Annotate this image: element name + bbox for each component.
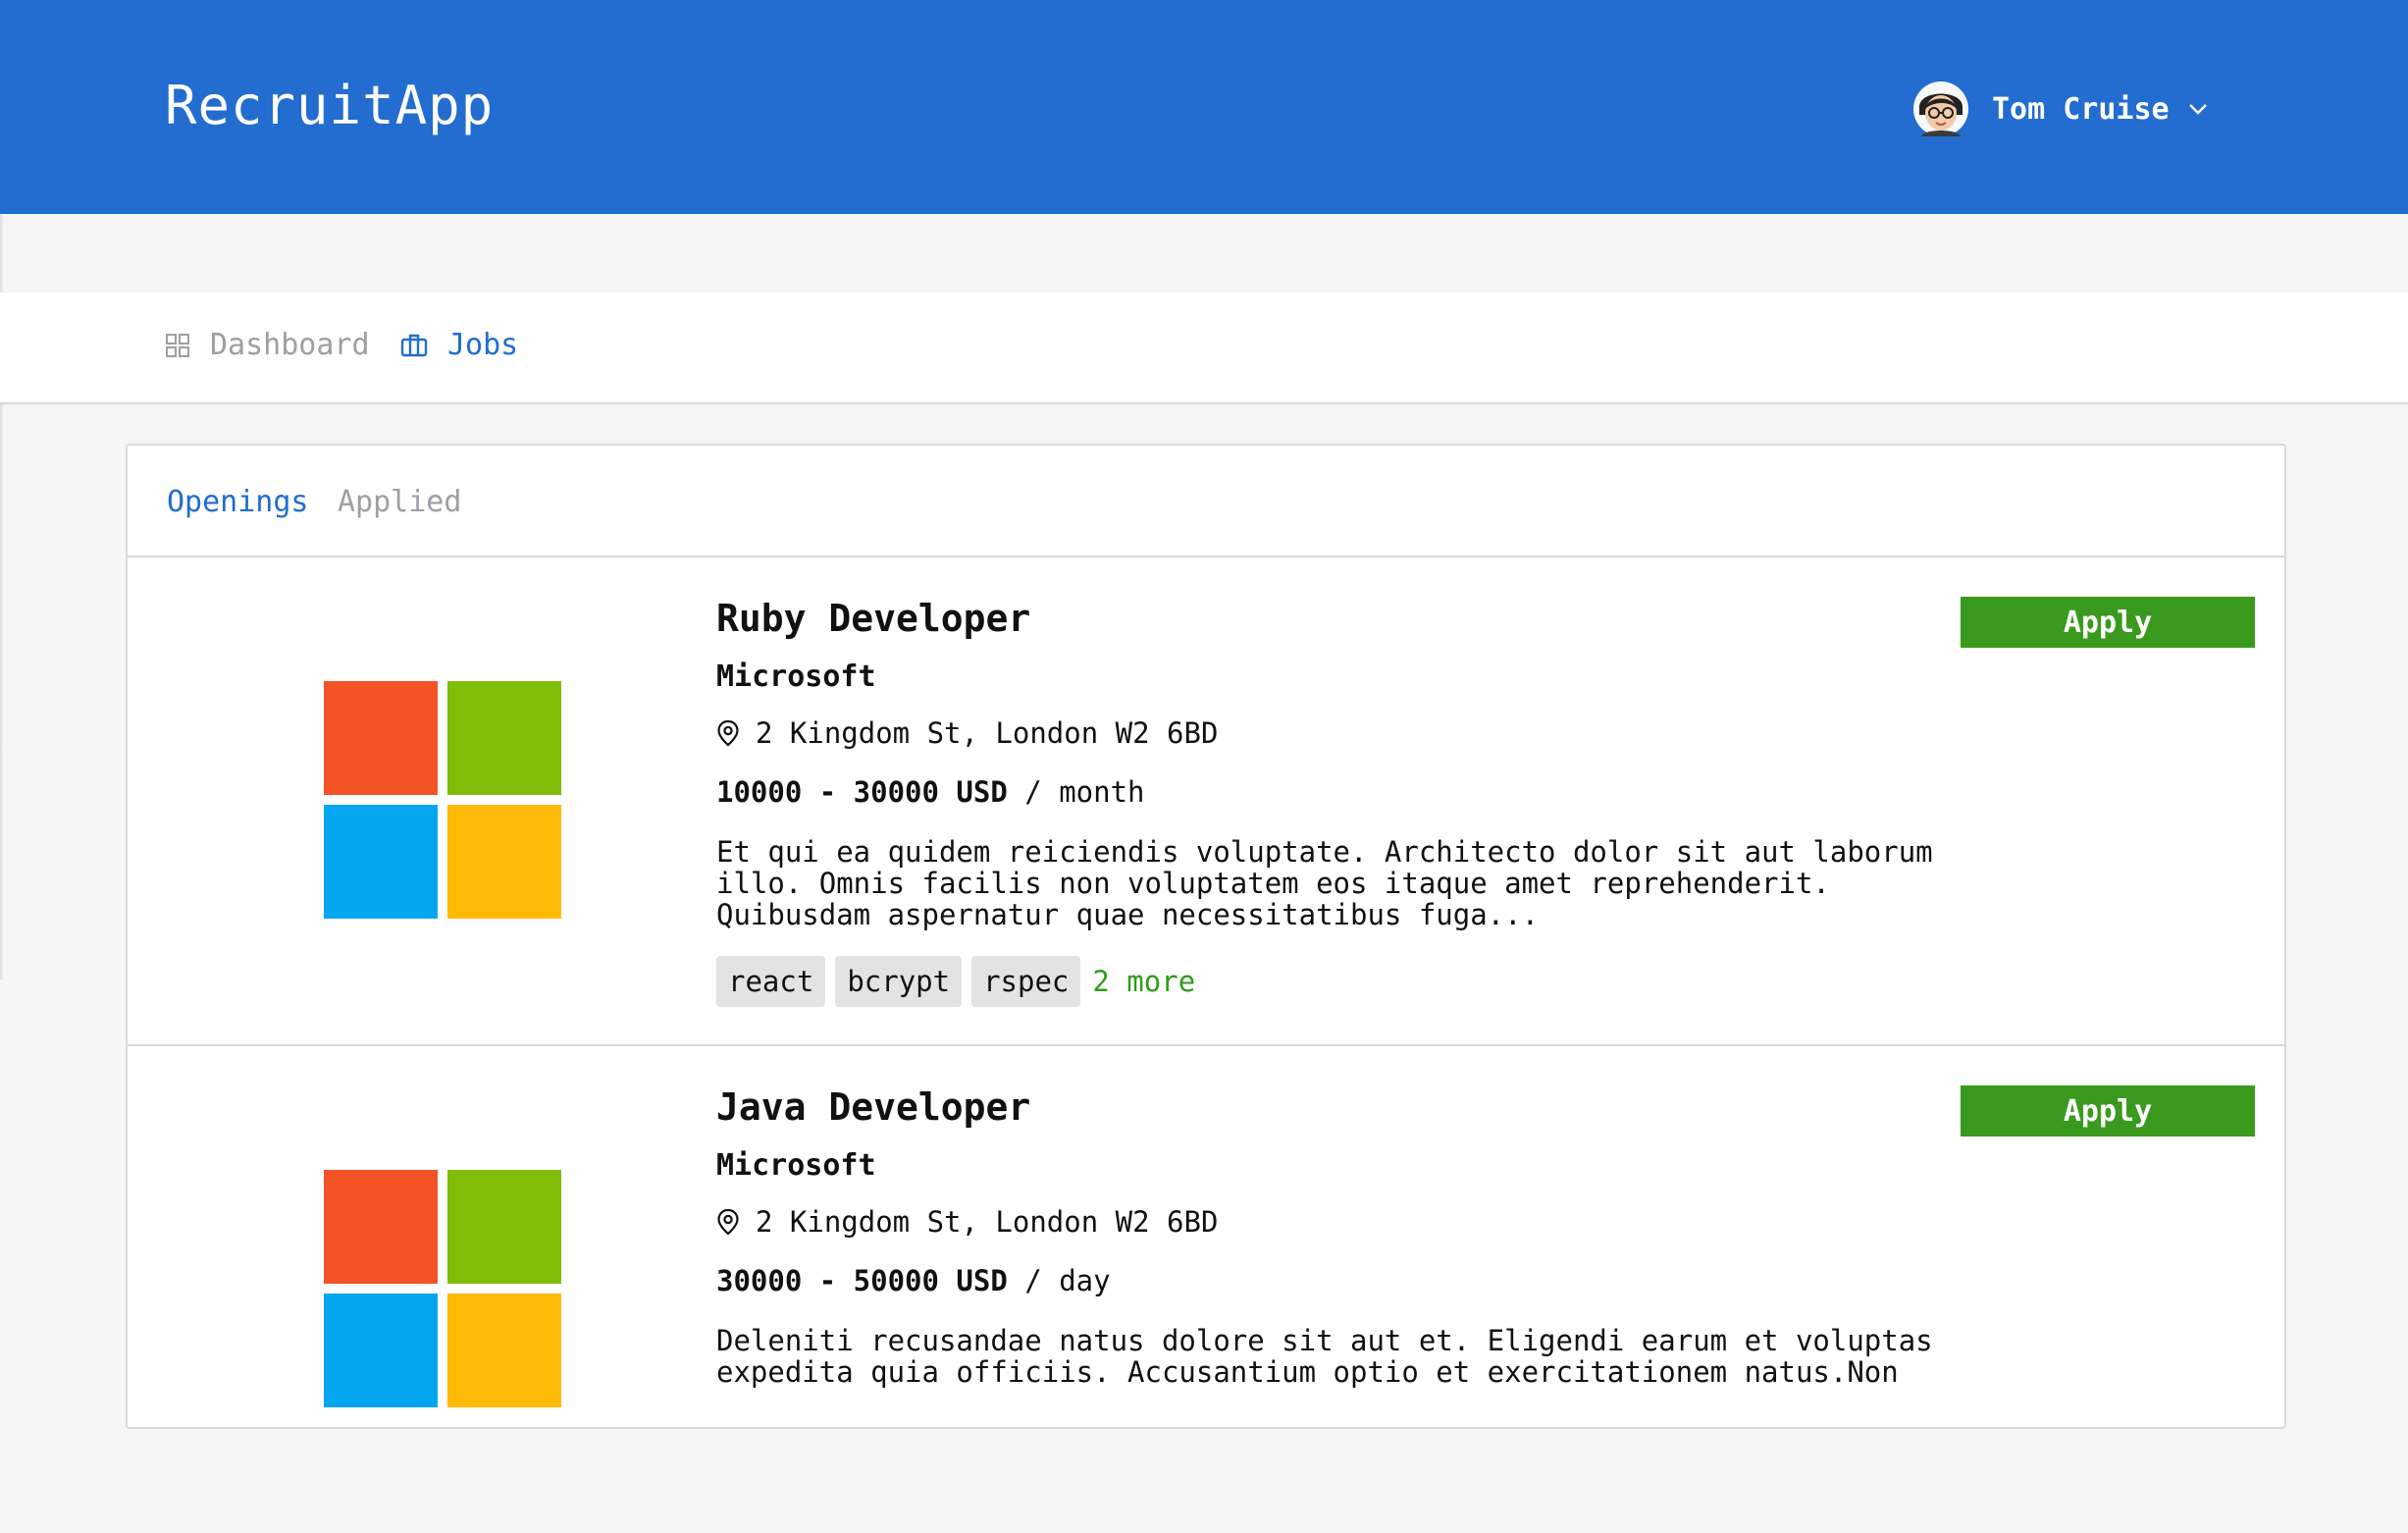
logo-blue-square bbox=[324, 1294, 438, 1407]
company-name: Microsoft bbox=[716, 1148, 876, 1183]
map-pin-icon bbox=[717, 1208, 739, 1236]
job-description: Deleniti recusandae natus dolore sit aut… bbox=[716, 1324, 1933, 1389]
job-location-text: 2 Kingdom St, London W2 6BD bbox=[756, 716, 1219, 750]
job-salary: 30000 - 50000 USD / day bbox=[716, 1264, 1111, 1297]
chevron-down-icon bbox=[2188, 104, 2207, 115]
job-title[interactable]: Java Developer bbox=[716, 1085, 1030, 1129]
user-name: Tom Cruise bbox=[1992, 91, 2170, 127]
job-salary: 10000 - 30000 USD / month bbox=[716, 775, 1145, 809]
apply-button[interactable]: Apply bbox=[1961, 1085, 2255, 1137]
sub-navigation: Dashboard Jobs bbox=[0, 292, 2408, 404]
job-card: Java Developer Microsoft 2 Kingdom St, L… bbox=[128, 1046, 2284, 1533]
nav-jobs[interactable]: Jobs bbox=[400, 328, 518, 362]
job-location: 2 Kingdom St, London W2 6BD bbox=[716, 1205, 1218, 1239]
logo-yellow-square bbox=[447, 805, 561, 919]
app-brand[interactable]: RecruitApp bbox=[165, 75, 494, 136]
user-menu[interactable]: Tom Cruise bbox=[1913, 77, 2209, 141]
more-tags-link[interactable]: 2 more bbox=[1092, 965, 1195, 998]
app-header: RecruitApp Tom Cruise bbox=[0, 0, 2408, 214]
briefcase-icon bbox=[400, 334, 428, 356]
nav-dashboard[interactable]: Dashboard bbox=[165, 328, 370, 362]
salary-period: / month bbox=[1007, 775, 1145, 809]
job-description: Et qui ea quidem reiciendis voluptate. A… bbox=[716, 835, 1933, 931]
logo-green-square bbox=[447, 1170, 561, 1284]
nav-jobs-label: Jobs bbox=[447, 328, 519, 362]
tab-applied[interactable]: Applied bbox=[338, 485, 461, 519]
job-card: Ruby Developer Microsoft 2 Kingdom St, L… bbox=[128, 557, 2284, 1046]
skill-tag: bcrypt bbox=[835, 956, 963, 1007]
company-name: Microsoft bbox=[716, 660, 876, 694]
salary-period: / day bbox=[1007, 1264, 1111, 1297]
salary-range: 30000 - 50000 USD bbox=[716, 1264, 1008, 1297]
skill-tag: react bbox=[716, 956, 826, 1007]
salary-range: 10000 - 30000 USD bbox=[716, 775, 1008, 809]
job-title[interactable]: Ruby Developer bbox=[716, 597, 1030, 640]
logo-yellow-square bbox=[447, 1294, 561, 1407]
jobs-panel: Openings Applied Ruby Developer Microsof… bbox=[126, 444, 2286, 1429]
map-pin-icon bbox=[717, 719, 739, 747]
grid-icon bbox=[166, 333, 189, 357]
job-tags: react bcrypt rspec 2 more bbox=[716, 956, 1195, 1007]
jobs-tabs: Openings Applied bbox=[128, 446, 2284, 557]
logo-blue-square bbox=[324, 805, 438, 919]
logo-red-square bbox=[324, 1170, 438, 1284]
logo-green-square bbox=[447, 681, 561, 795]
avatar-icon bbox=[1913, 81, 1968, 136]
apply-button[interactable]: Apply bbox=[1961, 597, 2255, 648]
nav-dashboard-label: Dashboard bbox=[210, 328, 370, 362]
company-logo bbox=[324, 1170, 561, 1407]
company-logo bbox=[324, 681, 561, 919]
tab-openings[interactable]: Openings bbox=[167, 485, 309, 519]
skill-tag: rspec bbox=[971, 956, 1081, 1007]
job-location-text: 2 Kingdom St, London W2 6BD bbox=[756, 1205, 1219, 1239]
logo-red-square bbox=[324, 681, 438, 795]
job-location: 2 Kingdom St, London W2 6BD bbox=[716, 716, 1218, 750]
